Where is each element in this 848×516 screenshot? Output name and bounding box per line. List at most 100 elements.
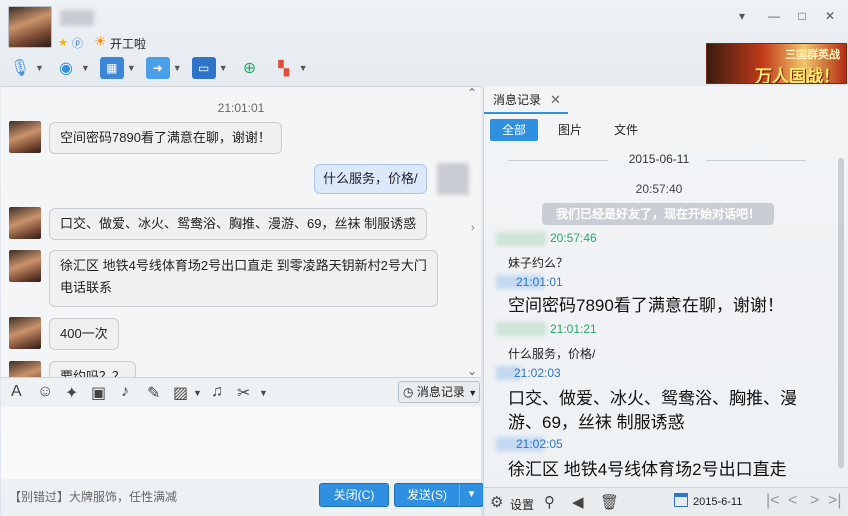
- sender-avatar[interactable]: [9, 207, 41, 239]
- history-entry-time: 20:57:46: [550, 231, 597, 245]
- chevron-down-icon[interactable]: ▼: [81, 63, 90, 73]
- voice-call-button[interactable]: 🎙 ▼: [6, 54, 46, 82]
- speaker-icon[interactable]: ◀: [572, 493, 584, 511]
- edit-icon[interactable]: ✎: [147, 383, 160, 403]
- close-window-button[interactable]: ✕: [820, 6, 840, 26]
- chevron-down-icon[interactable]: ▼: [193, 388, 202, 398]
- message-bubble: 要约吗？？: [49, 361, 137, 377]
- promo-tip-link[interactable]: 【别错过】大牌服饰，任性满减: [9, 488, 177, 505]
- contact-avatar[interactable]: [8, 6, 52, 48]
- history-entry-time: 21:01:01: [516, 275, 563, 289]
- contact-status-text: 开工啦: [110, 37, 147, 51]
- file-transfer-icon: ➜: [145, 57, 170, 79]
- send-button-label: 发送(S): [407, 488, 447, 502]
- send-options-dropdown[interactable]: ▼: [459, 484, 483, 506]
- microphone-icon: 🎙: [9, 60, 31, 77]
- voice-message-icon[interactable]: ♪: [121, 383, 129, 401]
- sender-avatar[interactable]: [9, 317, 41, 349]
- chevron-down-icon[interactable]: ▼: [299, 63, 308, 73]
- window-menu-button[interactable]: ▾: [732, 6, 752, 26]
- calendar-icon[interactable]: [674, 493, 688, 507]
- sun-icon: ☀: [94, 33, 107, 49]
- message-line: 徐汇区 地铁4号线体育场2号出口直走 到零凌路天钥新村2号大门: [60, 258, 427, 273]
- message-bubble: 400一次: [49, 318, 119, 350]
- chevron-down-icon[interactable]: ▼: [127, 63, 136, 73]
- sender-name-blurred: [496, 322, 546, 336]
- message-bubble: 空间密码7890看了满意在聊，谢谢！: [49, 122, 282, 154]
- ad-title: 三国群英战: [785, 49, 840, 61]
- shake-icon[interactable]: ✦: [65, 383, 78, 403]
- chevron-down-icon[interactable]: ▼: [173, 63, 182, 73]
- prev-page-icon[interactable]: <: [788, 492, 797, 510]
- close-button[interactable]: 关闭(C): [319, 483, 389, 507]
- history-scroll-thumb[interactable]: [838, 158, 844, 468]
- filter-files[interactable]: 文件: [602, 119, 650, 141]
- sender-avatar[interactable]: [9, 121, 41, 153]
- calendar-date[interactable]: 2015-6-11: [693, 496, 742, 508]
- sender-avatar[interactable]: [9, 361, 41, 377]
- search-icon[interactable]: ⚲: [544, 493, 555, 511]
- message-line: 电话联系: [60, 280, 113, 295]
- history-footer: ⚙ 设置 ⚲ ◀ 🗑 2015-6-11 |< < > >|: [484, 487, 848, 516]
- image-icon[interactable]: ▨: [173, 383, 188, 403]
- chevron-down-icon[interactable]: ▼: [35, 63, 44, 73]
- chevron-down-icon: ▼: [468, 388, 478, 398]
- settings-label[interactable]: 设置: [510, 496, 534, 513]
- collapse-up-icon[interactable]: ⌃: [465, 87, 479, 99]
- send-button[interactable]: 发送(S) ▼: [394, 483, 484, 507]
- gear-icon[interactable]: ⚙: [490, 493, 503, 511]
- file-transfer-button[interactable]: ➜ ▼: [144, 54, 184, 82]
- chat-header: ★ ⓟ ☀ 开工啦 ▾ — □ ✕ 三国群英战 万人国战！ 🎙 ▼ ◉ ▼ ▦ …: [0, 0, 848, 86]
- history-entry-text: 妹子约么？: [508, 256, 569, 270]
- filter-images[interactable]: 图片: [546, 119, 594, 141]
- minimize-button[interactable]: —: [764, 6, 784, 26]
- emoji-icon[interactable]: ☺: [37, 383, 53, 401]
- chat-toolbar: 🎙 ▼ ◉ ▼ ▦ ▼ ➜ ▼ ▭ ▼ ⊕ ▚ ▼: [6, 54, 310, 82]
- chevron-down-icon[interactable]: ▼: [219, 63, 228, 73]
- sender-name-blurred: [496, 232, 546, 246]
- screen-share-icon: ▦: [99, 57, 124, 79]
- first-page-icon[interactable]: |<: [766, 492, 780, 510]
- collapse-down-icon[interactable]: ⌄: [465, 365, 479, 377]
- expand-panel-arrow-icon[interactable]: ›: [471, 222, 481, 242]
- message-history-button[interactable]: ◷ 消息记录 ▼: [398, 381, 480, 403]
- apps-grid-icon: ▚: [278, 59, 289, 76]
- last-page-icon[interactable]: >|: [828, 492, 842, 510]
- self-avatar-blurred: [437, 163, 469, 195]
- history-date: 2015-06-11: [628, 152, 690, 166]
- message-bubble: 口交、做爱、冰火、鸳鸯浴、胸推、漫游、69，丝袜 制服诱惑: [49, 208, 428, 240]
- message-input[interactable]: [1, 407, 481, 479]
- remote-desktop-button[interactable]: ▭ ▼: [190, 54, 230, 82]
- history-entry-text: 徐汇区 地铁4号线体育场2号出口直走: [508, 460, 787, 479]
- history-entry-time: 21:01:21: [550, 322, 597, 336]
- message-bubble: 徐汇区 地铁4号线体育场2号出口直走 到零凌路天钥新村2号大门 电话联系: [49, 250, 438, 307]
- webcam-icon: ◉: [58, 60, 73, 77]
- maximize-button[interactable]: □: [792, 6, 812, 26]
- apps-menu-button[interactable]: ▚ ▼: [270, 54, 310, 82]
- chat-message-area[interactable]: ⌃ › 21:01:01 空间密码7890看了满意在聊，谢谢！ 什么服务，价格/…: [1, 86, 481, 377]
- history-entry-time: 21:02:03: [514, 366, 561, 380]
- history-entry-time: 21:02:05: [516, 437, 563, 451]
- send-bar: 【别错过】大牌服饰，任性满减 关闭(C) 发送(S) ▼: [1, 479, 484, 516]
- remote-desktop-icon: ▭: [191, 57, 216, 79]
- history-entry-text: 什么服务，价格/: [508, 347, 596, 361]
- video-call-button[interactable]: ◉ ▼: [52, 54, 92, 82]
- sender-avatar[interactable]: [9, 250, 41, 282]
- contact-nickname-blurred: [60, 10, 94, 26]
- scissors-icon[interactable]: ✂: [237, 383, 250, 403]
- screenshot-icon[interactable]: ▣: [91, 383, 106, 403]
- music-icon[interactable]: ♫: [211, 383, 223, 401]
- self-message-bubble: 什么服务，价格/: [314, 164, 427, 194]
- next-page-icon[interactable]: >: [810, 492, 819, 510]
- chevron-down-icon[interactable]: ▼: [259, 388, 268, 398]
- trash-icon[interactable]: 🗑: [600, 493, 619, 511]
- font-icon[interactable]: A: [11, 383, 22, 401]
- add-app-button[interactable]: ⊕: [236, 54, 264, 82]
- input-toolbar: A ☺ ✦ ▣ ♪ ✎ ▨ ▼ ♫ ✂ ▼ ◷ 消息记录 ▼: [1, 377, 481, 407]
- game-ad-banner[interactable]: 三国群英战 万人国战！: [706, 43, 847, 84]
- screen-share-button[interactable]: ▦ ▼: [98, 54, 138, 82]
- close-tab-icon[interactable]: ✕: [550, 86, 561, 114]
- filter-all[interactable]: 全部: [490, 119, 538, 141]
- divider: [706, 160, 806, 161]
- system-message-time: 20:57:40: [635, 182, 683, 196]
